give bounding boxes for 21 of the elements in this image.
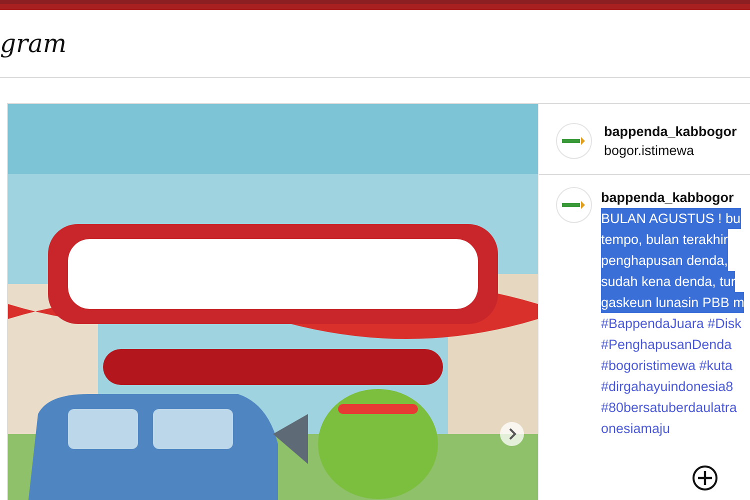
avatar[interactable] bbox=[556, 123, 592, 159]
hashtag-link[interactable]: onesiamaju bbox=[601, 418, 670, 439]
add-icon[interactable] bbox=[692, 465, 718, 491]
caption-text: tempo, bulan terakhir bbox=[601, 229, 728, 250]
logo-icon bbox=[562, 200, 586, 210]
hashtag-link[interactable]: #80bersatuberdaulatra bbox=[601, 397, 737, 418]
caption-text: gaskeun lunasin PBB m bbox=[601, 292, 744, 313]
hashtag-link[interactable]: #bogoristimewa #kuta bbox=[601, 355, 732, 376]
chevron-right-icon bbox=[507, 428, 517, 440]
caption-text: BULAN AGUSTUS ! bu bbox=[601, 208, 741, 229]
instagram-logo-text[interactable]: gram bbox=[0, 29, 67, 58]
logo-icon bbox=[562, 136, 586, 146]
caption-username[interactable]: bappenda_kabbogor bbox=[601, 187, 744, 208]
avatar[interactable] bbox=[556, 187, 592, 223]
hashtag-link[interactable]: #dirgahayuindonesia8 bbox=[601, 376, 734, 397]
hashtag-link[interactable]: #BappendaJuara #Disk bbox=[601, 313, 742, 334]
author-username[interactable]: bappenda_kabbogor bbox=[604, 122, 737, 141]
caption-text: sudah kena denda, tur bbox=[601, 271, 736, 292]
caption-text: penghapusan denda, bbox=[601, 250, 728, 271]
hashtag-link[interactable]: #PenghapusanDenda bbox=[601, 334, 732, 355]
location-link[interactable]: bogor.istimewa bbox=[604, 141, 737, 160]
